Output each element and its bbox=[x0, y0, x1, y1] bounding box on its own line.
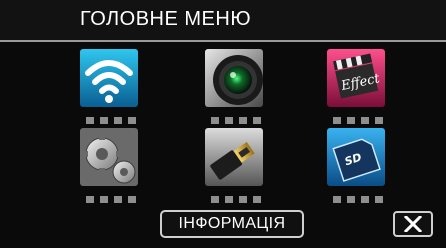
camera-lens-icon bbox=[205, 49, 263, 107]
sd-card-icon: SD bbox=[327, 128, 385, 186]
close-icon bbox=[404, 216, 422, 232]
menu-item-sd-card[interactable]: SD bbox=[327, 128, 385, 186]
menu-item-indicator bbox=[86, 196, 142, 204]
header-bar: ГОЛОВНЕ МЕНЮ bbox=[0, 0, 446, 40]
hdmi-connector-icon bbox=[205, 128, 263, 186]
header-divider bbox=[0, 40, 446, 42]
menu-item-camera[interactable] bbox=[205, 49, 263, 107]
menu-item-indicator bbox=[86, 117, 142, 125]
menu-item-indicator bbox=[333, 196, 389, 204]
info-button[interactable]: ІНФОРМАЦІЯ bbox=[160, 210, 304, 238]
menu-item-effect[interactable]: Effect bbox=[327, 49, 385, 107]
menu-item-hdmi[interactable] bbox=[205, 128, 263, 186]
menu-item-indicator bbox=[333, 117, 389, 125]
page-title: ГОЛОВНЕ МЕНЮ bbox=[80, 8, 252, 30]
wifi-icon bbox=[80, 49, 138, 107]
menu-item-settings[interactable] bbox=[80, 128, 138, 186]
menu-item-indicator bbox=[211, 196, 267, 204]
settings-gears-icon bbox=[80, 128, 138, 186]
close-button[interactable] bbox=[393, 211, 433, 237]
menu-item-wifi[interactable] bbox=[80, 49, 138, 107]
menu-item-indicator bbox=[211, 117, 267, 125]
effect-clapperboard-icon: Effect bbox=[327, 49, 385, 107]
main-menu-screen: ГОЛОВНЕ МЕНЮ Effect SD ІНФОРМАЦІЯ bbox=[0, 0, 446, 248]
